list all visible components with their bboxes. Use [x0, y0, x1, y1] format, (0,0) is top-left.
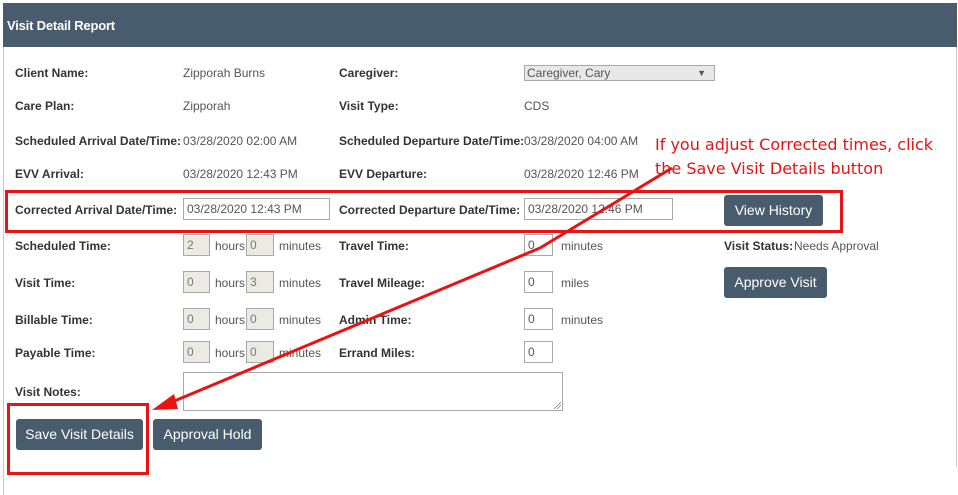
evv-arrival-value: 03/28/2020 12:43 PM [183, 167, 298, 181]
save-button-highlight-box [7, 403, 149, 475]
visit-notes-textarea[interactable] [183, 372, 563, 411]
admin-time-unit: minutes [561, 313, 604, 327]
payable-time-minutes-input[interactable] [246, 341, 274, 363]
admin-time-input[interactable] [524, 308, 553, 330]
visit-time-minutes-input[interactable] [246, 271, 274, 293]
client-name-value: Zipporah Burns [183, 66, 266, 80]
travel-time-label: Travel Time: [339, 239, 409, 253]
payable-time-label: Payable Time: [15, 346, 96, 360]
caregiver-select[interactable]: Caregiver, Cary ▼ [524, 65, 715, 81]
evv-arrival-label: EVV Arrival: [15, 167, 84, 181]
annotation-line-1: If you adjust Corrected times, click [655, 135, 934, 154]
travel-mileage-label: Travel Mileage: [339, 276, 426, 290]
visit-status-label: Visit Status: [724, 239, 794, 253]
arrow-head-icon [152, 394, 178, 410]
billable-time-hours-input[interactable] [183, 308, 210, 330]
errand-miles-input[interactable] [524, 341, 553, 363]
scheduled-departure-label: Scheduled Departure Date/Time: [339, 134, 525, 148]
approve-visit-button[interactable]: Approve Visit [724, 267, 827, 298]
care-plan-value: Zipporah [183, 99, 231, 113]
annotation-callout: If you adjust Corrected times, click the… [655, 133, 933, 181]
scheduled-time-label: Scheduled Time: [15, 239, 111, 253]
visit-type-value: CDS [524, 99, 550, 113]
client-name-label: Client Name: [15, 66, 89, 80]
travel-time-unit: minutes [561, 239, 604, 253]
visit-type-label: Visit Type: [339, 99, 399, 113]
caregiver-label: Caregiver: [339, 66, 399, 80]
panel-border-right [956, 47, 957, 467]
travel-mileage-unit: miles [561, 276, 590, 290]
minutes-unit-label: minutes [279, 276, 322, 290]
hours-unit-label: hours [215, 276, 246, 290]
visit-status-value: Needs Approval [794, 239, 879, 253]
approval-hold-button[interactable]: Approval Hold [153, 419, 262, 450]
minutes-unit-label: minutes [279, 239, 322, 253]
payable-time-hours-input[interactable] [183, 341, 210, 363]
evv-departure-label: EVV Departure: [339, 167, 428, 181]
evv-departure-value: 03/28/2020 12:46 PM [524, 167, 639, 181]
hours-unit-label: hours [215, 313, 246, 327]
scheduled-time-minutes-input[interactable] [246, 234, 274, 256]
scheduled-arrival-value: 03/28/2020 02:00 AM [183, 134, 298, 148]
visit-time-label: Visit Time: [15, 276, 76, 290]
travel-mileage-input[interactable] [524, 271, 553, 293]
caregiver-selected-value: Caregiver, Cary [527, 66, 611, 80]
scheduled-departure-value: 03/28/2020 04:00 AM [524, 134, 639, 148]
care-plan-label: Care Plan: [15, 99, 75, 113]
report-title: Visit Detail Report [7, 18, 115, 33]
billable-time-label: Billable Time: [15, 313, 93, 327]
scheduled-time-hours-input[interactable] [183, 234, 210, 256]
visit-time-hours-input[interactable] [183, 271, 210, 293]
resize-handle-icon[interactable] [553, 401, 561, 409]
panel-border-left [3, 47, 4, 495]
minutes-unit-label: minutes [279, 313, 322, 327]
minutes-unit-label: minutes [279, 346, 322, 360]
hours-unit-label: hours [215, 239, 246, 253]
hours-unit-label: hours [215, 346, 246, 360]
corrected-times-highlight-box [5, 190, 843, 233]
scheduled-arrival-label: Scheduled Arrival Date/Time: [15, 134, 182, 148]
visit-notes-label: Visit Notes: [15, 385, 81, 399]
annotation-line-2: the Save Visit Details button [655, 159, 884, 178]
errand-miles-label: Errand Miles: [339, 346, 416, 360]
chevron-down-icon: ▼ [697, 68, 706, 78]
report-header: Visit Detail Report [3, 3, 957, 47]
travel-time-input[interactable] [524, 234, 553, 256]
billable-time-minutes-input[interactable] [246, 308, 274, 330]
admin-time-label: Admin Time: [339, 313, 412, 327]
